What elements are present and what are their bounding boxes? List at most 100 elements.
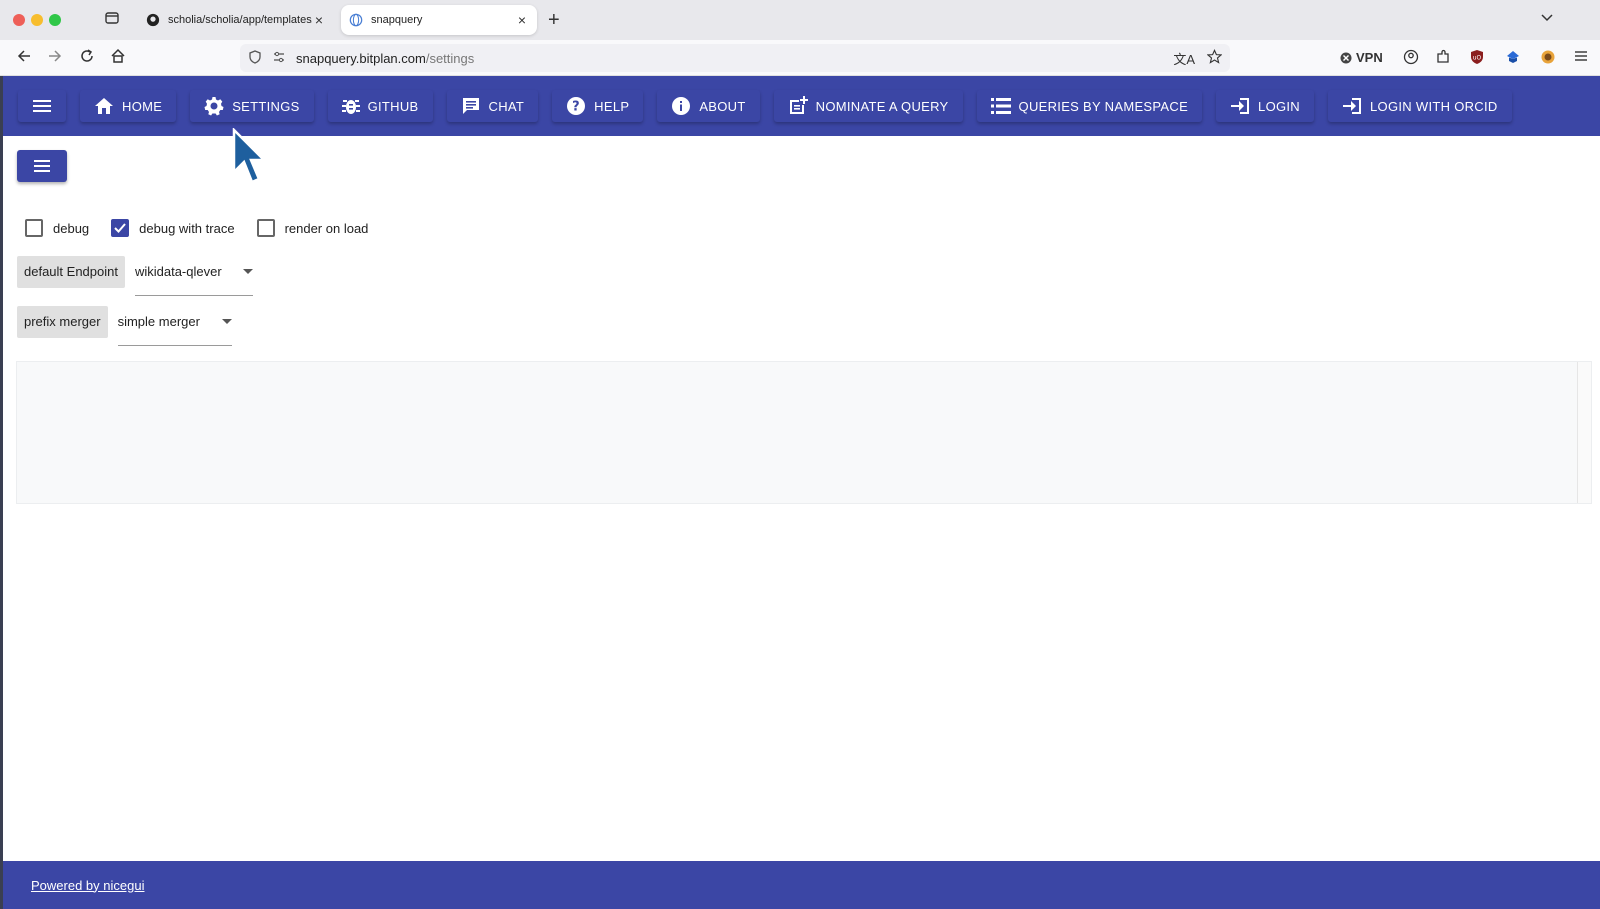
chevron-down-icon[interactable] — [1540, 10, 1554, 29]
vpn-button[interactable]: VPN — [1340, 50, 1383, 65]
nav-github-button[interactable]: GITHUB — [327, 90, 433, 122]
account-icon[interactable] — [1403, 49, 1419, 70]
nav-home-button[interactable]: HOME — [80, 90, 177, 122]
svg-text:uO: uO — [1473, 55, 1482, 62]
prefix-merger-select[interactable]: simple merger — [117, 306, 232, 346]
prefix-merger-row: prefix merger simple merger — [17, 306, 232, 346]
debug-checkbox[interactable]: debug — [25, 219, 89, 237]
default-endpoint-row: default Endpoint wikidata-qlever — [17, 256, 253, 296]
nav-label: HOME — [122, 98, 163, 114]
nav-label: ABOUT — [699, 98, 746, 114]
close-tab-icon[interactable]: × — [312, 12, 326, 28]
window-zoom-button[interactable] — [49, 14, 61, 26]
checkbox-box[interactable] — [25, 219, 43, 237]
close-tab-icon[interactable]: × — [515, 12, 529, 28]
bug-icon — [341, 100, 360, 114]
back-icon[interactable] — [16, 48, 38, 68]
github-icon — [146, 13, 160, 27]
app-header: HOME SETTINGS GITHUB CHAT ? HELP ABOUT N… — [3, 76, 1600, 136]
render-on-load-checkbox[interactable]: render on load — [256, 219, 369, 237]
nav-nominate-query-button[interactable]: NOMINATE A QUERY — [773, 90, 963, 122]
reload-icon[interactable] — [79, 48, 101, 68]
chat-icon — [462, 98, 479, 114]
site-settings-icon[interactable] — [272, 50, 286, 67]
nav-label: QUERIES BY NAMESPACE — [1018, 98, 1189, 114]
browser-menu-icon[interactable] — [1574, 49, 1588, 68]
url-domain: snapquery.bitplan.com — [296, 50, 426, 66]
browser-tab-snapquery[interactable]: snapquery × — [341, 5, 537, 35]
prefix-merger-label: prefix merger — [17, 306, 108, 338]
checkbox-label: render on load — [284, 220, 369, 236]
nav-label: HELP — [594, 98, 630, 114]
default-endpoint-label: default Endpoint — [17, 256, 125, 288]
log-output-area[interactable] — [16, 361, 1592, 504]
checkbox-box-checked[interactable] — [111, 219, 130, 237]
browser-tab-bar: scholia/scholia/app/templates/a × snapqu… — [0, 0, 1600, 40]
nav-label: LOGIN WITH ORCID — [1370, 98, 1498, 114]
mouse-cursor-icon — [232, 126, 268, 191]
translate-icon[interactable]: 文A — [1173, 49, 1195, 68]
nav-settings-button[interactable]: SETTINGS — [190, 90, 314, 122]
url-bar[interactable]: snapquery.bitplan.com/settings 文A — [240, 44, 1230, 72]
browser-tab-scholia[interactable]: scholia/scholia/app/templates/a × — [138, 5, 334, 35]
globe-icon — [349, 13, 363, 27]
vpn-label: VPN — [1356, 50, 1383, 65]
new-tab-button[interactable]: + — [548, 9, 560, 32]
select-value: simple merger — [117, 314, 200, 329]
checkbox-label: debug — [53, 220, 90, 236]
checkbox-box[interactable] — [256, 219, 275, 237]
nav-queries-by-namespace-button[interactable]: QUERIES BY NAMESPACE — [976, 90, 1203, 122]
tab-title: scholia/scholia/app/templates/a — [168, 14, 312, 26]
login-icon — [1231, 98, 1250, 114]
nav-chat-button[interactable]: CHAT — [446, 90, 539, 122]
home-browser-icon[interactable] — [110, 48, 132, 68]
gear-icon — [204, 97, 224, 116]
info-icon — [672, 97, 691, 115]
browser-toolbar: snapquery.bitplan.com/settings 文A VPN uO — [0, 40, 1600, 76]
window-edge — [0, 76, 3, 909]
extension-fox-icon[interactable] — [1540, 49, 1556, 70]
nav-help-button[interactable]: ? HELP — [552, 90, 644, 122]
window-close-button[interactable] — [13, 14, 25, 26]
login-icon — [1343, 98, 1362, 114]
menu-icon — [33, 100, 51, 112]
nav-label: NOMINATE A QUERY — [815, 98, 949, 114]
scrollbar[interactable] — [1577, 362, 1591, 503]
ublock-icon[interactable]: uO — [1469, 49, 1485, 70]
post-add-icon — [789, 96, 808, 114]
drawer-toggle-button[interactable] — [17, 150, 67, 182]
extensions-icon[interactable] — [1435, 49, 1451, 70]
header-menu-button[interactable] — [18, 90, 66, 122]
window-minimize-button[interactable] — [31, 14, 43, 26]
nav-label: SETTINGS — [232, 98, 300, 114]
nav-login-button[interactable]: LOGIN — [1216, 90, 1315, 122]
vpn-off-icon — [1340, 52, 1352, 63]
nav-login-with-orcid-button[interactable]: LOGIN WITH ORCID — [1328, 90, 1512, 122]
url-path: /settings — [425, 50, 475, 66]
debug-with-trace-checkbox[interactable]: debug with trace — [111, 219, 235, 237]
powered-by-link[interactable]: Powered by nicegui — [31, 878, 144, 893]
menu-icon — [34, 160, 50, 172]
nav-label: GITHUB — [367, 98, 419, 114]
caret-down-icon — [242, 269, 253, 274]
svg-text:?: ? — [572, 100, 580, 115]
caret-down-icon — [221, 319, 232, 324]
nav-about-button[interactable]: ABOUT — [657, 90, 760, 122]
nav-label: LOGIN — [1258, 98, 1301, 114]
nav-label: CHAT — [488, 98, 525, 114]
bookmark-star-icon[interactable] — [1206, 49, 1223, 67]
extension-blue-icon[interactable] — [1505, 49, 1521, 70]
tab-title: snapquery — [371, 14, 423, 26]
app-footer: Powered by nicegui — [3, 861, 1600, 909]
help-icon: ? — [567, 97, 586, 115]
forward-icon[interactable] — [47, 48, 69, 68]
settings-checkboxes: debug debug with trace render on load — [25, 219, 390, 237]
check-icon — [114, 223, 126, 233]
tab-overview-icon[interactable] — [104, 10, 126, 30]
home-icon — [95, 98, 113, 114]
select-value: wikidata-qlever — [134, 264, 222, 279]
shield-icon — [248, 49, 262, 67]
checkbox-label: debug with trace — [139, 220, 235, 236]
default-endpoint-select[interactable]: wikidata-qlever — [134, 256, 253, 296]
list-icon — [990, 98, 1011, 114]
